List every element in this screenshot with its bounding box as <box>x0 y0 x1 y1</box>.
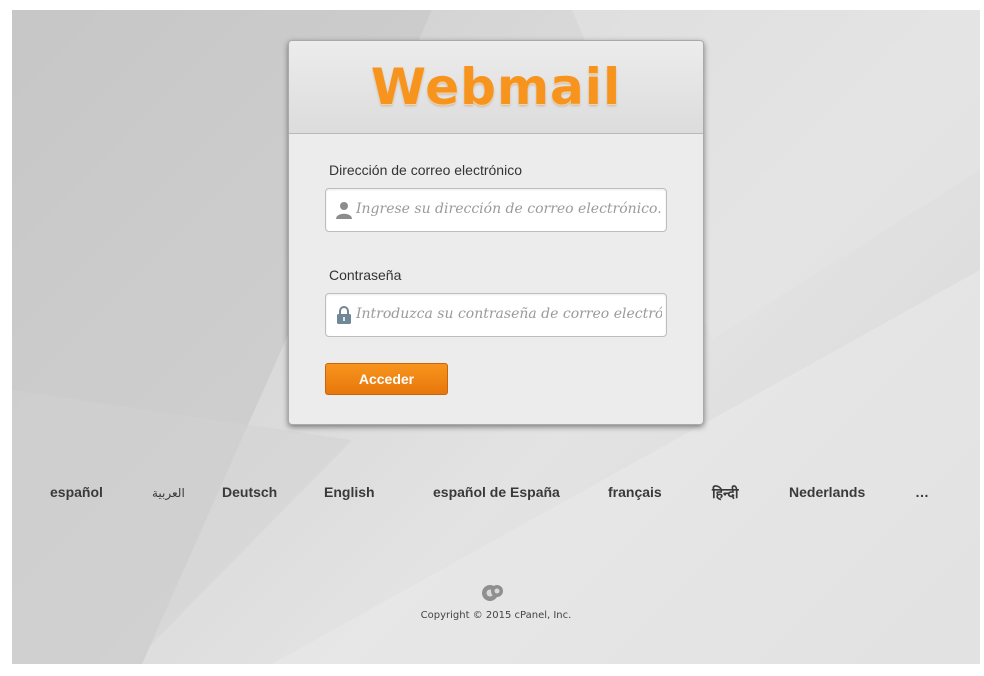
user-icon <box>336 202 352 219</box>
cpanel-logo-icon <box>482 585 503 601</box>
language-link-english[interactable]: English <box>324 484 375 500</box>
login-button[interactable]: Acceder <box>325 363 448 395</box>
login-card: Webmail Dirección de correo electrónico … <box>288 40 704 425</box>
language-link-espanol-espana[interactable]: español de España <box>433 484 560 500</box>
language-link-deutsch[interactable]: Deutsch <box>222 484 277 500</box>
more-languages-link[interactable]: … <box>915 484 929 500</box>
password-field[interactable] <box>325 293 667 337</box>
copyright-text: Copyright © 2015 cPanel, Inc. <box>420 610 572 621</box>
lock-icon <box>337 306 351 324</box>
language-link-espanol[interactable]: español <box>50 484 103 500</box>
language-link-arabic[interactable]: العربية <box>152 486 185 500</box>
language-link-hindi[interactable]: हिन्दी <box>712 484 738 503</box>
password-label: Contraseña <box>329 267 402 283</box>
email-label: Dirección de correo electrónico <box>329 162 522 178</box>
language-link-nederlands[interactable]: Nederlands <box>789 484 865 500</box>
email-input[interactable] <box>356 189 662 229</box>
webmail-logo: Webmail <box>370 58 622 116</box>
password-input[interactable] <box>356 294 662 334</box>
email-field[interactable] <box>325 188 667 232</box>
language-bar: español العربية Deutsch English español … <box>12 484 980 508</box>
card-header: Webmail <box>289 41 703 134</box>
language-link-francais[interactable]: français <box>608 484 662 500</box>
login-page: Webmail Dirección de correo electrónico … <box>12 10 980 664</box>
